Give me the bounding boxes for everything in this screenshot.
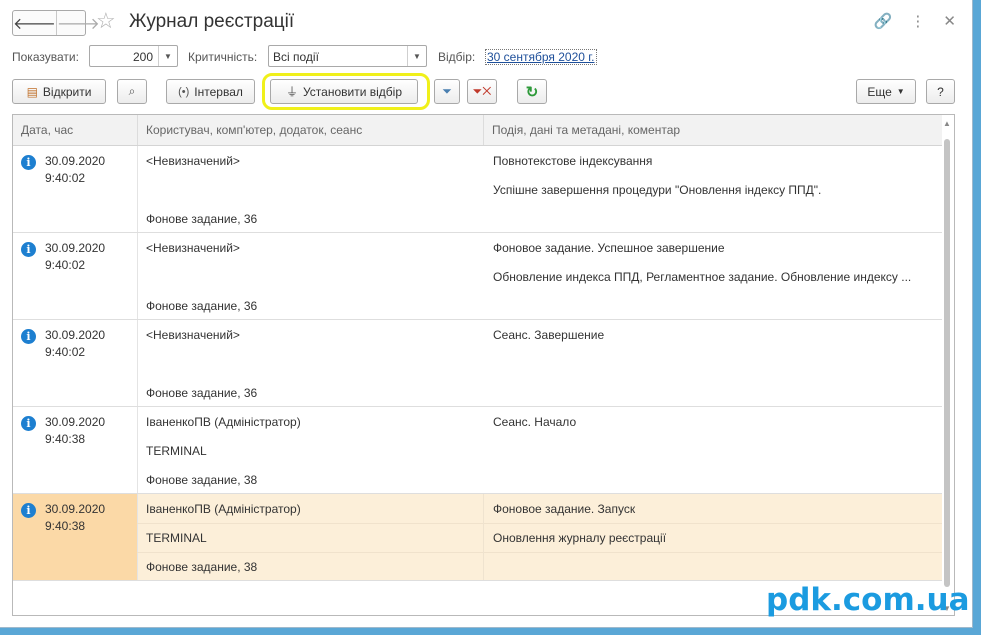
help-button-label: ?: [937, 84, 944, 99]
event-time: 9:40:02: [45, 345, 86, 359]
date-cell: i 30.09.2020 9:40:02: [13, 233, 138, 319]
date-cell: i 30.09.2020 9:40:38: [13, 494, 138, 580]
table-header: Дата, час Користувач, комп'ютер, додаток…: [13, 115, 942, 146]
column-divider: [483, 494, 484, 580]
event-time: 9:40:38: [45, 519, 86, 533]
filter-icon: ⏷: [442, 84, 452, 98]
more-button[interactable]: Еще ▼: [856, 79, 916, 104]
info-icon: i: [21, 242, 36, 257]
user-cell: ІваненкоПВ (Адміністратор): [146, 415, 301, 429]
app-session-cell: Фонове задание, 36: [146, 212, 258, 226]
scroll-up-icon[interactable]: ▲: [943, 119, 951, 128]
info-icon: i: [21, 416, 36, 431]
user-cell: <Невизначений>: [146, 154, 240, 168]
interval-button-label: Інтервал: [194, 84, 243, 99]
link-icon[interactable]: 🔗: [874, 12, 893, 30]
app-session-cell: Фонове задание, 38: [146, 473, 258, 487]
clear-filter-button[interactable]: ⏷✕: [467, 79, 497, 104]
navigation-buttons: 🡐 🡒: [12, 10, 100, 36]
chevron-down-icon[interactable]: ▼: [407, 46, 426, 66]
event-data-cell: Успішне завершення процедури "Оновлення …: [493, 183, 822, 197]
chevron-down-icon: ▼: [896, 87, 905, 96]
show-count-field[interactable]: 200 ▼: [89, 45, 178, 67]
selection-date-link[interactable]: 30 сентября 2020 г.: [485, 49, 597, 65]
event-cell: Сеанс. Завершение: [493, 328, 605, 342]
filter-clear-icon: ⏷✕: [472, 84, 492, 98]
row-divider: [137, 523, 942, 524]
table-row[interactable]: i 30.09.2020 9:40:02 <Невизначений> Фонове з…: [13, 320, 942, 407]
user-cell: <Невизначений>: [146, 328, 240, 342]
open-button-label: Відкрити: [42, 84, 92, 99]
search-icon: ⌕: [128, 84, 136, 98]
row-divider: [137, 552, 942, 553]
chevron-down-icon[interactable]: ▼: [158, 46, 177, 66]
show-count-label: Показувати:: [12, 50, 79, 64]
interval-button[interactable]: (•) Інтервал: [166, 79, 255, 104]
event-cell: Сеанс. Начало: [493, 415, 577, 429]
show-count-value: 200: [132, 50, 153, 64]
event-data-cell: Оновлення журналу реєстрації: [493, 531, 667, 545]
computer-cell: TERMINAL: [146, 531, 207, 545]
app-session-cell: Фонове задание, 38: [146, 560, 258, 574]
more-options-icon[interactable]: ⋮: [910, 12, 925, 30]
favorite-star-icon[interactable]: ☆: [96, 9, 116, 33]
user-cell: ІваненкоПВ (Адміністратор): [146, 502, 301, 516]
event-data-cell: Обновление индекса ППД, Регламентное зад…: [493, 270, 912, 284]
event-time: 9:40:02: [45, 258, 86, 272]
refresh-icon: ↻: [525, 83, 539, 101]
highlight-frame: [262, 73, 430, 110]
window-controls: 🔗 ⋮ ✕: [874, 12, 956, 30]
app-session-cell: Фонове задание, 36: [146, 386, 258, 400]
table-row[interactable]: i 30.09.2020 9:40:02 <Невизначений> Фонове з…: [13, 146, 942, 233]
table-row[interactable]: i 30.09.2020 9:40:02 <Невизначений> Фонове з…: [13, 233, 942, 320]
interval-icon: (•): [178, 85, 190, 98]
app-session-cell: Фонове задание, 36: [146, 299, 258, 313]
event-cell: Фоновое задание. Успешное завершение: [493, 241, 725, 255]
user-cell: <Невизначений>: [146, 241, 240, 255]
selection-label: Відбір:: [438, 50, 476, 64]
criticality-value: Всі події: [273, 50, 319, 64]
criticality-label: Критичність:: [188, 50, 258, 64]
event-date: 30.09.2020: [45, 154, 106, 168]
arrow-right-icon: 🡒: [56, 15, 100, 33]
info-icon: i: [21, 155, 36, 170]
help-button[interactable]: ?: [926, 79, 955, 104]
more-button-label: Еще: [867, 84, 892, 99]
quick-filter-button[interactable]: ⏷: [434, 79, 460, 104]
event-cell: Повнотекстове індексування: [493, 154, 653, 168]
refresh-button[interactable]: ↻: [517, 79, 547, 104]
back-button[interactable]: 🡐: [13, 11, 56, 35]
vertical-scrollbar[interactable]: ▲ ▼: [942, 117, 952, 613]
open-button[interactable]: ▤ Відкрити: [12, 79, 106, 104]
date-cell: i 30.09.2020 9:40:38: [13, 407, 138, 493]
event-time: 9:40:38: [45, 432, 86, 446]
close-icon[interactable]: ✕: [943, 12, 956, 30]
event-cell: Фоновое задание. Запуск: [493, 502, 636, 516]
arrow-left-icon: 🡐: [13, 15, 56, 33]
criticality-select[interactable]: Всі події ▼: [268, 45, 427, 67]
watermark-logo: pdk.com.ua: [766, 582, 970, 618]
computer-cell: TERMINAL: [146, 444, 207, 458]
event-date: 30.09.2020: [45, 328, 106, 342]
date-cell: i 30.09.2020 9:40:02: [13, 320, 138, 406]
info-icon: i: [21, 503, 36, 518]
forward-button[interactable]: 🡒: [55, 11, 100, 35]
search-button[interactable]: ⌕: [117, 79, 147, 104]
date-cell: i 30.09.2020 9:40:02: [13, 146, 138, 232]
table-row[interactable]: i 30.09.2020 9:40:38 ІваненкоПВ (Адміністра…: [13, 407, 942, 494]
journal-window: 🡐 🡒 ☆ Журнал реєстрації 🔗 ⋮ ✕ Показувати…: [0, 0, 973, 628]
column-header-event[interactable]: Подія, дані та метадані, коментар: [484, 115, 942, 145]
column-header-user[interactable]: Користувач, комп'ютер, додаток, сеанс: [138, 115, 484, 145]
info-icon: i: [21, 329, 36, 344]
page-title: Журнал реєстрації: [129, 11, 295, 32]
events-table: Дата, час Користувач, комп'ютер, додаток…: [12, 114, 955, 616]
table-row[interactable]: i 30.09.2020 9:40:38 ІваненкоПВ (Адміністра…: [13, 494, 942, 581]
open-document-icon: ▤: [26, 84, 38, 99]
event-date: 30.09.2020: [45, 502, 106, 516]
scrollbar-thumb[interactable]: [944, 139, 950, 587]
event-date: 30.09.2020: [45, 415, 106, 429]
event-time: 9:40:02: [45, 171, 86, 185]
event-date: 30.09.2020: [45, 241, 106, 255]
column-header-date[interactable]: Дата, час: [13, 115, 138, 145]
